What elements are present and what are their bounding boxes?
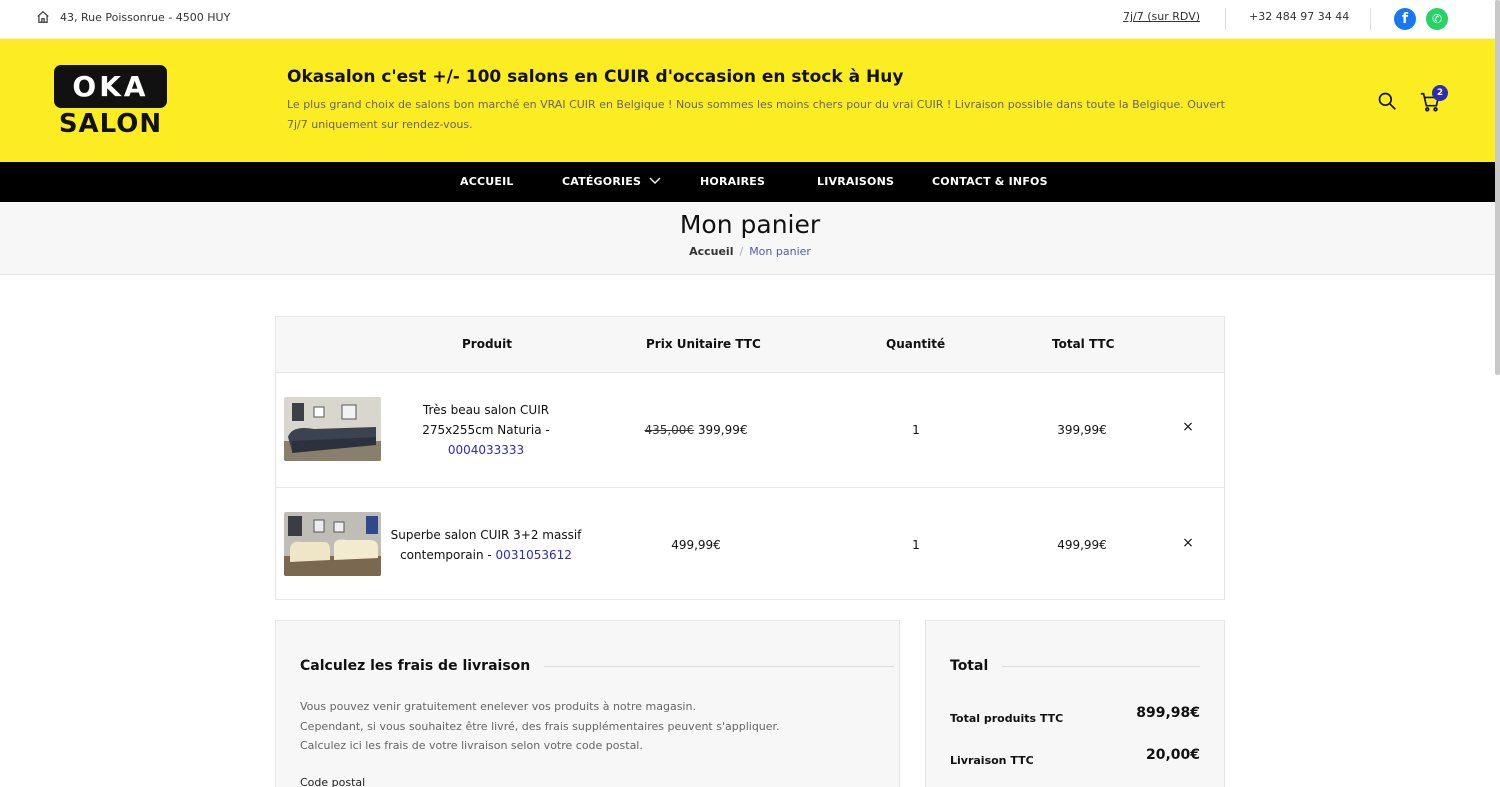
product-name: Superbe salon CUIR 3+2 massif contempora… <box>386 525 586 565</box>
shipping-title-text: Calculez les frais de livraison <box>300 658 531 674</box>
nav-item-contact[interactable]: CONTACT & INFOS <box>932 175 1048 188</box>
cart-table: Produit Prix Unitaire TTC Quantité Total… <box>275 316 1225 600</box>
product-ref-link[interactable]: 0031053612 <box>496 548 572 562</box>
opening-hours-link[interactable]: 7j/7 (sur RDV) <box>1123 10 1200 23</box>
title-divider <box>1002 665 1201 667</box>
line-total: 399,99€ <box>1057 423 1107 437</box>
facebook-icon[interactable]: f <box>1394 8 1416 30</box>
table-row: Superbe salon CUIR 3+2 massif contempora… <box>276 487 1224 601</box>
page-title-bar: Mon panier Accueil / Mon panier <box>0 202 1500 275</box>
quantity: 1 <box>912 538 920 552</box>
chevron-down-icon <box>649 177 661 184</box>
logo-top: OKA <box>54 65 167 108</box>
cart-count-badge: 2 <box>1432 85 1448 101</box>
shipping-description: Vous pouvez venir gratuitement enelever … <box>300 697 780 756</box>
breadcrumb-home[interactable]: Accueil <box>689 245 733 258</box>
phone-number[interactable]: +32 484 97 34 44 <box>1249 10 1349 23</box>
header-quantity: Quantité <box>886 337 946 351</box>
remove-item-button[interactable]: × <box>1178 419 1198 435</box>
shipping-title: Calculez les frais de livraison <box>300 658 895 674</box>
logo-bottom: SALON <box>58 109 163 139</box>
current-price: 499,99€ <box>671 538 721 552</box>
unit-price: 435,00€ 399,99€ <box>616 423 776 437</box>
product-ref-link[interactable]: 0004033333 <box>448 443 524 457</box>
unit-price: 499,99€ <box>616 538 776 552</box>
tagline: Okasalon c'est +/- 100 salons en CUIR d'… <box>287 67 1247 135</box>
product-title: Très beau salon CUIR 275x255cm Naturia - <box>422 403 550 437</box>
top-bar: 43, Rue Poissonrue - 4500 HUY 7j/7 (sur … <box>0 0 1500 39</box>
nav-item-livraisons[interactable]: LIVRAISONS <box>817 175 894 188</box>
shipping-line-1: Vous pouvez venir gratuitement enelever … <box>300 700 696 713</box>
site-subtitle: Le plus grand choix de salons bon marché… <box>287 98 1225 131</box>
address-text: 43, Rue Poissonrue - 4500 HUY <box>60 10 231 24</box>
breadcrumb: Accueil / Mon panier <box>0 245 1500 258</box>
table-row: Très beau salon CUIR 275x255cm Naturia -… <box>276 373 1224 487</box>
product-thumbnail[interactable] <box>284 512 381 576</box>
shipping-line-2: Cependant, si vous souhaitez être livré,… <box>300 719 780 733</box>
product-name: Très beau salon CUIR 275x255cm Naturia -… <box>386 400 586 460</box>
table-header: Produit Prix Unitaire TTC Quantité Total… <box>276 317 1224 373</box>
address: 43, Rue Poissonrue - 4500 HUY <box>36 10 230 24</box>
divider <box>1225 8 1226 30</box>
page-scrollbar[interactable] <box>1495 0 1500 375</box>
site-header: OKA SALON Okasalon c'est +/- 100 salons … <box>0 39 1500 162</box>
delivery-label: Livraison TTC <box>950 754 1034 767</box>
line-total: 499,99€ <box>1057 538 1107 552</box>
breadcrumb-current: Mon panier <box>749 245 811 258</box>
cart-totals: Total Total produits TTC 899,98€ Livrais… <box>925 620 1225 787</box>
home-icon <box>37 10 49 23</box>
header-product: Produit <box>462 337 512 351</box>
delivery-value: 20,00€ <box>1145 747 1200 763</box>
nav-item-horaires[interactable]: HORAIRES <box>700 175 765 188</box>
shipping-line-3: Calculez ici les frais de votre livraiso… <box>300 739 643 752</box>
breadcrumb-separator: / <box>739 245 744 258</box>
whatsapp-icon[interactable]: ✆ <box>1426 8 1448 30</box>
page-title: Mon panier <box>679 210 821 239</box>
quantity: 1 <box>912 423 920 437</box>
total-products-value: 899,98€ <box>1136 705 1200 721</box>
totals-title: Total <box>950 658 1201 674</box>
nav-item-accueil[interactable]: ACCUEIL <box>460 175 514 188</box>
shipping-calculator: Calculez les frais de livraison Vous pou… <box>275 620 900 787</box>
header-unit-price: Prix Unitaire TTC <box>646 337 761 351</box>
totals-title-text: Total <box>950 658 989 674</box>
delivery-row: Livraison TTC 20,00€ <box>950 747 1200 768</box>
search-icon[interactable] <box>1377 91 1397 111</box>
nav-item-categories[interactable]: CATÉGORIES <box>562 175 661 188</box>
old-price: 435,00€ <box>644 423 695 437</box>
remove-item-button[interactable]: × <box>1178 535 1198 551</box>
site-title: Okasalon c'est +/- 100 salons en CUIR d'… <box>287 67 904 87</box>
total-products-label: Total produits TTC <box>950 712 1064 725</box>
title-divider <box>544 665 895 667</box>
main-nav: ACCUEIL CATÉGORIES HORAIRES LIVRAISONS C… <box>0 162 1500 202</box>
total-products-row: Total produits TTC 899,98€ <box>950 705 1200 726</box>
postcode-label: Code postal <box>300 776 366 787</box>
logo[interactable]: OKA SALON <box>54 65 167 139</box>
divider <box>1370 8 1371 30</box>
nav-item-label: CATÉGORIES <box>562 175 642 188</box>
product-thumbnail[interactable] <box>284 397 381 461</box>
header-total: Total TTC <box>1052 337 1115 351</box>
current-price: 399,99€ <box>697 423 748 437</box>
